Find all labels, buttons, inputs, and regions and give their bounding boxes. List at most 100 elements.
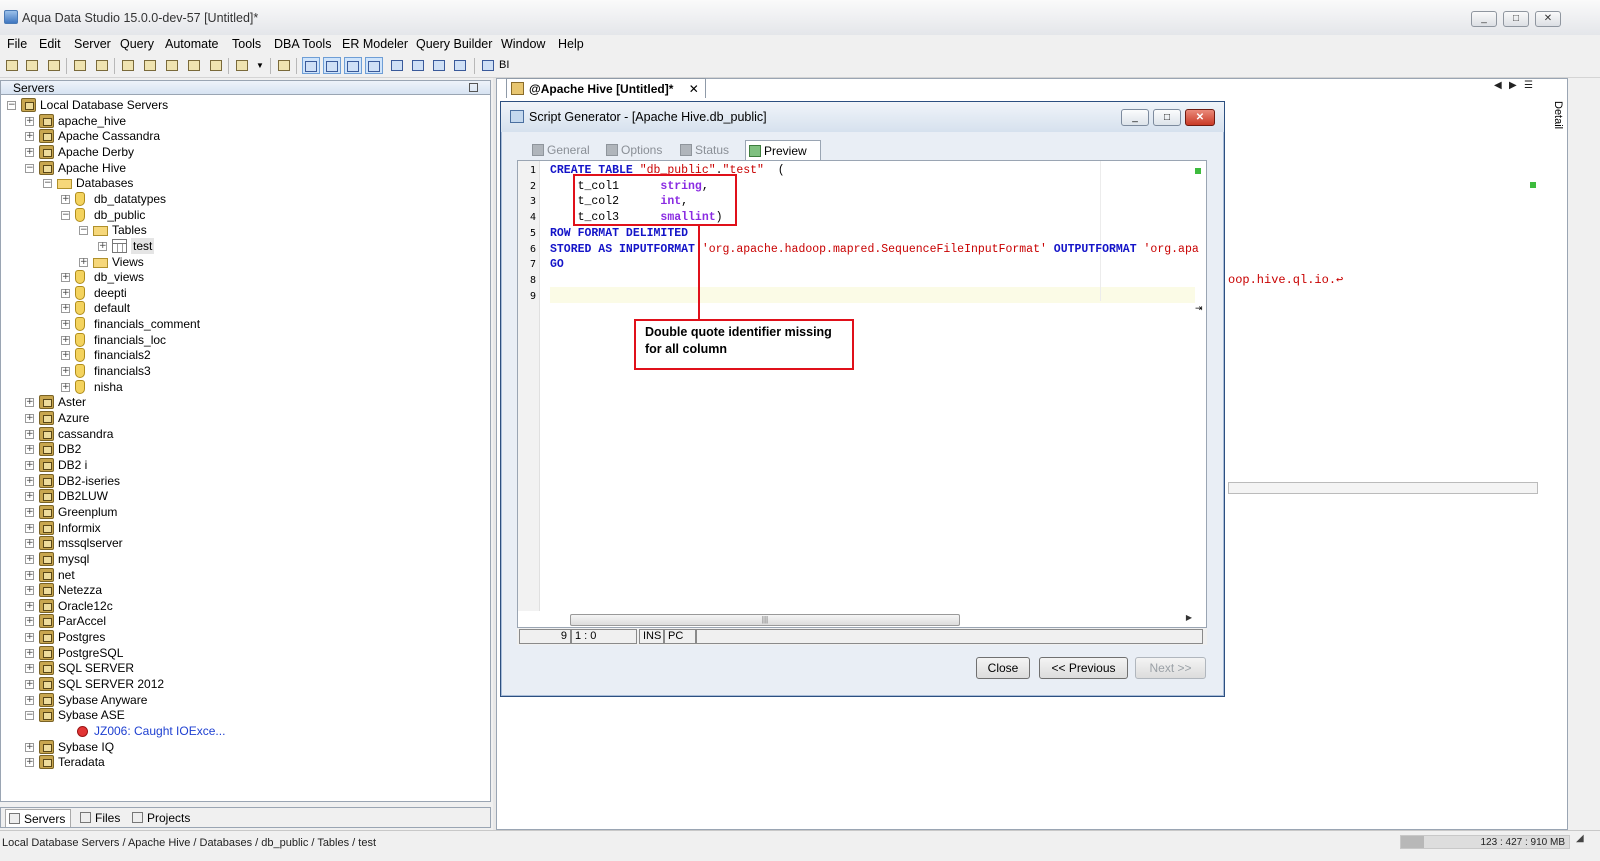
scroll-tabs-right-icon[interactable]: ▶	[1509, 80, 1517, 91]
menu-window[interactable]: Window	[501, 35, 545, 54]
expand-icon[interactable]: +	[61, 304, 70, 313]
tab-options[interactable]: Options	[603, 140, 671, 161]
tree-item[interactable]: + Greenplum	[1, 504, 481, 520]
expand-icon[interactable]: +	[25, 555, 34, 564]
menu-query[interactable]: Query	[120, 35, 154, 54]
tree-item[interactable]: + Postgres	[1, 629, 481, 645]
tree-item[interactable]: JZ006: Caught IOExce...	[1, 723, 481, 739]
menu-file[interactable]: File	[7, 35, 27, 54]
tree-item[interactable]: + Views	[1, 254, 481, 270]
expand-icon[interactable]: +	[25, 571, 34, 580]
expand-icon[interactable]: +	[61, 289, 70, 298]
tab-projects[interactable]: Projects	[129, 809, 191, 827]
expand-icon[interactable]: +	[25, 430, 34, 439]
dialog-minimize-button[interactable]: _	[1121, 109, 1149, 126]
tree-item[interactable]: − Apache Hive	[1, 160, 481, 176]
editor-hscrollbar[interactable]: ||| ▶	[562, 612, 1192, 628]
restore-panel-icon[interactable]	[469, 83, 478, 92]
expand-icon[interactable]: +	[61, 351, 70, 360]
collapse-icon[interactable]: −	[61, 211, 70, 220]
tree-item[interactable]: − Sybase ASE	[1, 707, 481, 723]
tree-item[interactable]: + apache_hive	[1, 113, 481, 129]
expand-icon[interactable]: +	[25, 680, 34, 689]
expand-icon[interactable]: +	[25, 524, 34, 533]
tree-item[interactable]: + financials2	[1, 347, 481, 363]
expand-icon[interactable]: +	[25, 743, 34, 752]
expand-icon[interactable]: +	[25, 398, 34, 407]
tree-item[interactable]: + Sybase Anyware	[1, 692, 481, 708]
tree-item[interactable]: + cassandra	[1, 426, 481, 442]
tree-item[interactable]: + net	[1, 567, 481, 583]
collapse-icon[interactable]: −	[7, 101, 16, 110]
expand-icon[interactable]: +	[25, 633, 34, 642]
tree-item[interactable]: + SQL SERVER 2012	[1, 676, 481, 692]
expand-icon[interactable]: +	[25, 586, 34, 595]
tree-view-icon[interactable]	[431, 57, 447, 74]
expand-icon[interactable]: +	[25, 117, 34, 126]
layout-1-icon[interactable]	[302, 57, 320, 74]
minimize-button[interactable]: _	[1471, 11, 1497, 27]
tab-list-icon[interactable]: ☰	[1524, 80, 1533, 91]
layout-3-icon[interactable]	[344, 57, 362, 74]
tree-item[interactable]: + db_views	[1, 269, 481, 285]
tree-item[interactable]: + DB2LUW	[1, 488, 481, 504]
maximize-button[interactable]: □	[1503, 11, 1529, 27]
tree-item[interactable]: + financials3	[1, 363, 481, 379]
expand-icon[interactable]: +	[25, 477, 34, 486]
print-icon[interactable]	[276, 57, 292, 74]
hscroll-thumb[interactable]: |||	[570, 614, 960, 626]
tab-general[interactable]: General	[529, 140, 597, 161]
tree-item[interactable]: + DB2 i	[1, 457, 481, 473]
collapse-icon[interactable]: −	[25, 711, 34, 720]
expand-icon[interactable]: +	[61, 383, 70, 392]
menu-query-builder[interactable]: Query Builder	[416, 35, 492, 54]
tree-item[interactable]: + Azure	[1, 410, 481, 426]
tree-item[interactable]: + Netezza	[1, 582, 481, 598]
tree-item[interactable]: + nisha	[1, 379, 481, 395]
menu-server[interactable]: Server	[74, 35, 111, 54]
tree-item[interactable]: + financials_comment	[1, 316, 481, 332]
tree-item[interactable]: − Tables	[1, 222, 481, 238]
disconnect-icon[interactable]	[94, 57, 110, 74]
menu-er-modeler[interactable]: ER Modeler	[342, 35, 408, 54]
menu-automate[interactable]: Automate	[165, 35, 219, 54]
tree-item[interactable]: + db_datatypes	[1, 191, 481, 207]
tree-item[interactable]: + financials_loc	[1, 332, 481, 348]
tree-item[interactable]: + ParAccel	[1, 613, 481, 629]
expand-icon[interactable]: +	[61, 273, 70, 282]
collapse-icon[interactable]: −	[43, 179, 52, 188]
dropdown-arrow-icon[interactable]: ▼	[254, 57, 264, 74]
expand-icon[interactable]: +	[61, 320, 70, 329]
server-properties-icon[interactable]	[46, 57, 62, 74]
tree-item[interactable]: + Apache Derby	[1, 144, 481, 160]
tree-item[interactable]: + mysql	[1, 551, 481, 567]
expand-icon[interactable]: +	[25, 539, 34, 548]
expand-icon[interactable]: +	[25, 508, 34, 517]
tree-item[interactable]: + test	[1, 238, 481, 254]
close-tab-icon[interactable]: ✕	[689, 82, 699, 96]
query-window-icon[interactable]	[120, 57, 136, 74]
layout-4-icon[interactable]	[365, 57, 383, 74]
expand-icon[interactable]: +	[25, 414, 34, 423]
execute-icon[interactable]	[208, 57, 224, 74]
close-button[interactable]: Close	[976, 657, 1030, 679]
tab-status[interactable]: Status	[677, 140, 739, 161]
tree-item[interactable]: + SQL SERVER	[1, 660, 481, 676]
menu-edit[interactable]: Edit	[39, 35, 61, 54]
expand-icon[interactable]: +	[61, 336, 70, 345]
detail-side-tab[interactable]: Detail	[1550, 95, 1566, 135]
new-file-icon[interactable]	[4, 57, 20, 74]
next-button[interactable]: Next >>	[1135, 657, 1206, 679]
register-server-icon[interactable]	[24, 57, 40, 74]
tab-servers[interactable]: Servers	[5, 809, 71, 827]
tree-item[interactable]: + DB2-iseries	[1, 473, 481, 489]
tree-item[interactable]: + Teradata	[1, 754, 481, 770]
expand-icon[interactable]: +	[25, 132, 34, 141]
tree-item[interactable]: + Apache Cassandra	[1, 128, 481, 144]
expand-icon[interactable]: +	[25, 492, 34, 501]
dialog-close-button[interactable]: ✕	[1185, 109, 1215, 126]
script-preview-editor[interactable]: 123456789 CREATE TABLE "db_public"."test…	[517, 160, 1207, 628]
close-window-button[interactable]: ✕	[1535, 11, 1561, 27]
tree-item[interactable]: + Oracle12c	[1, 598, 481, 614]
list-icon[interactable]	[410, 57, 426, 74]
